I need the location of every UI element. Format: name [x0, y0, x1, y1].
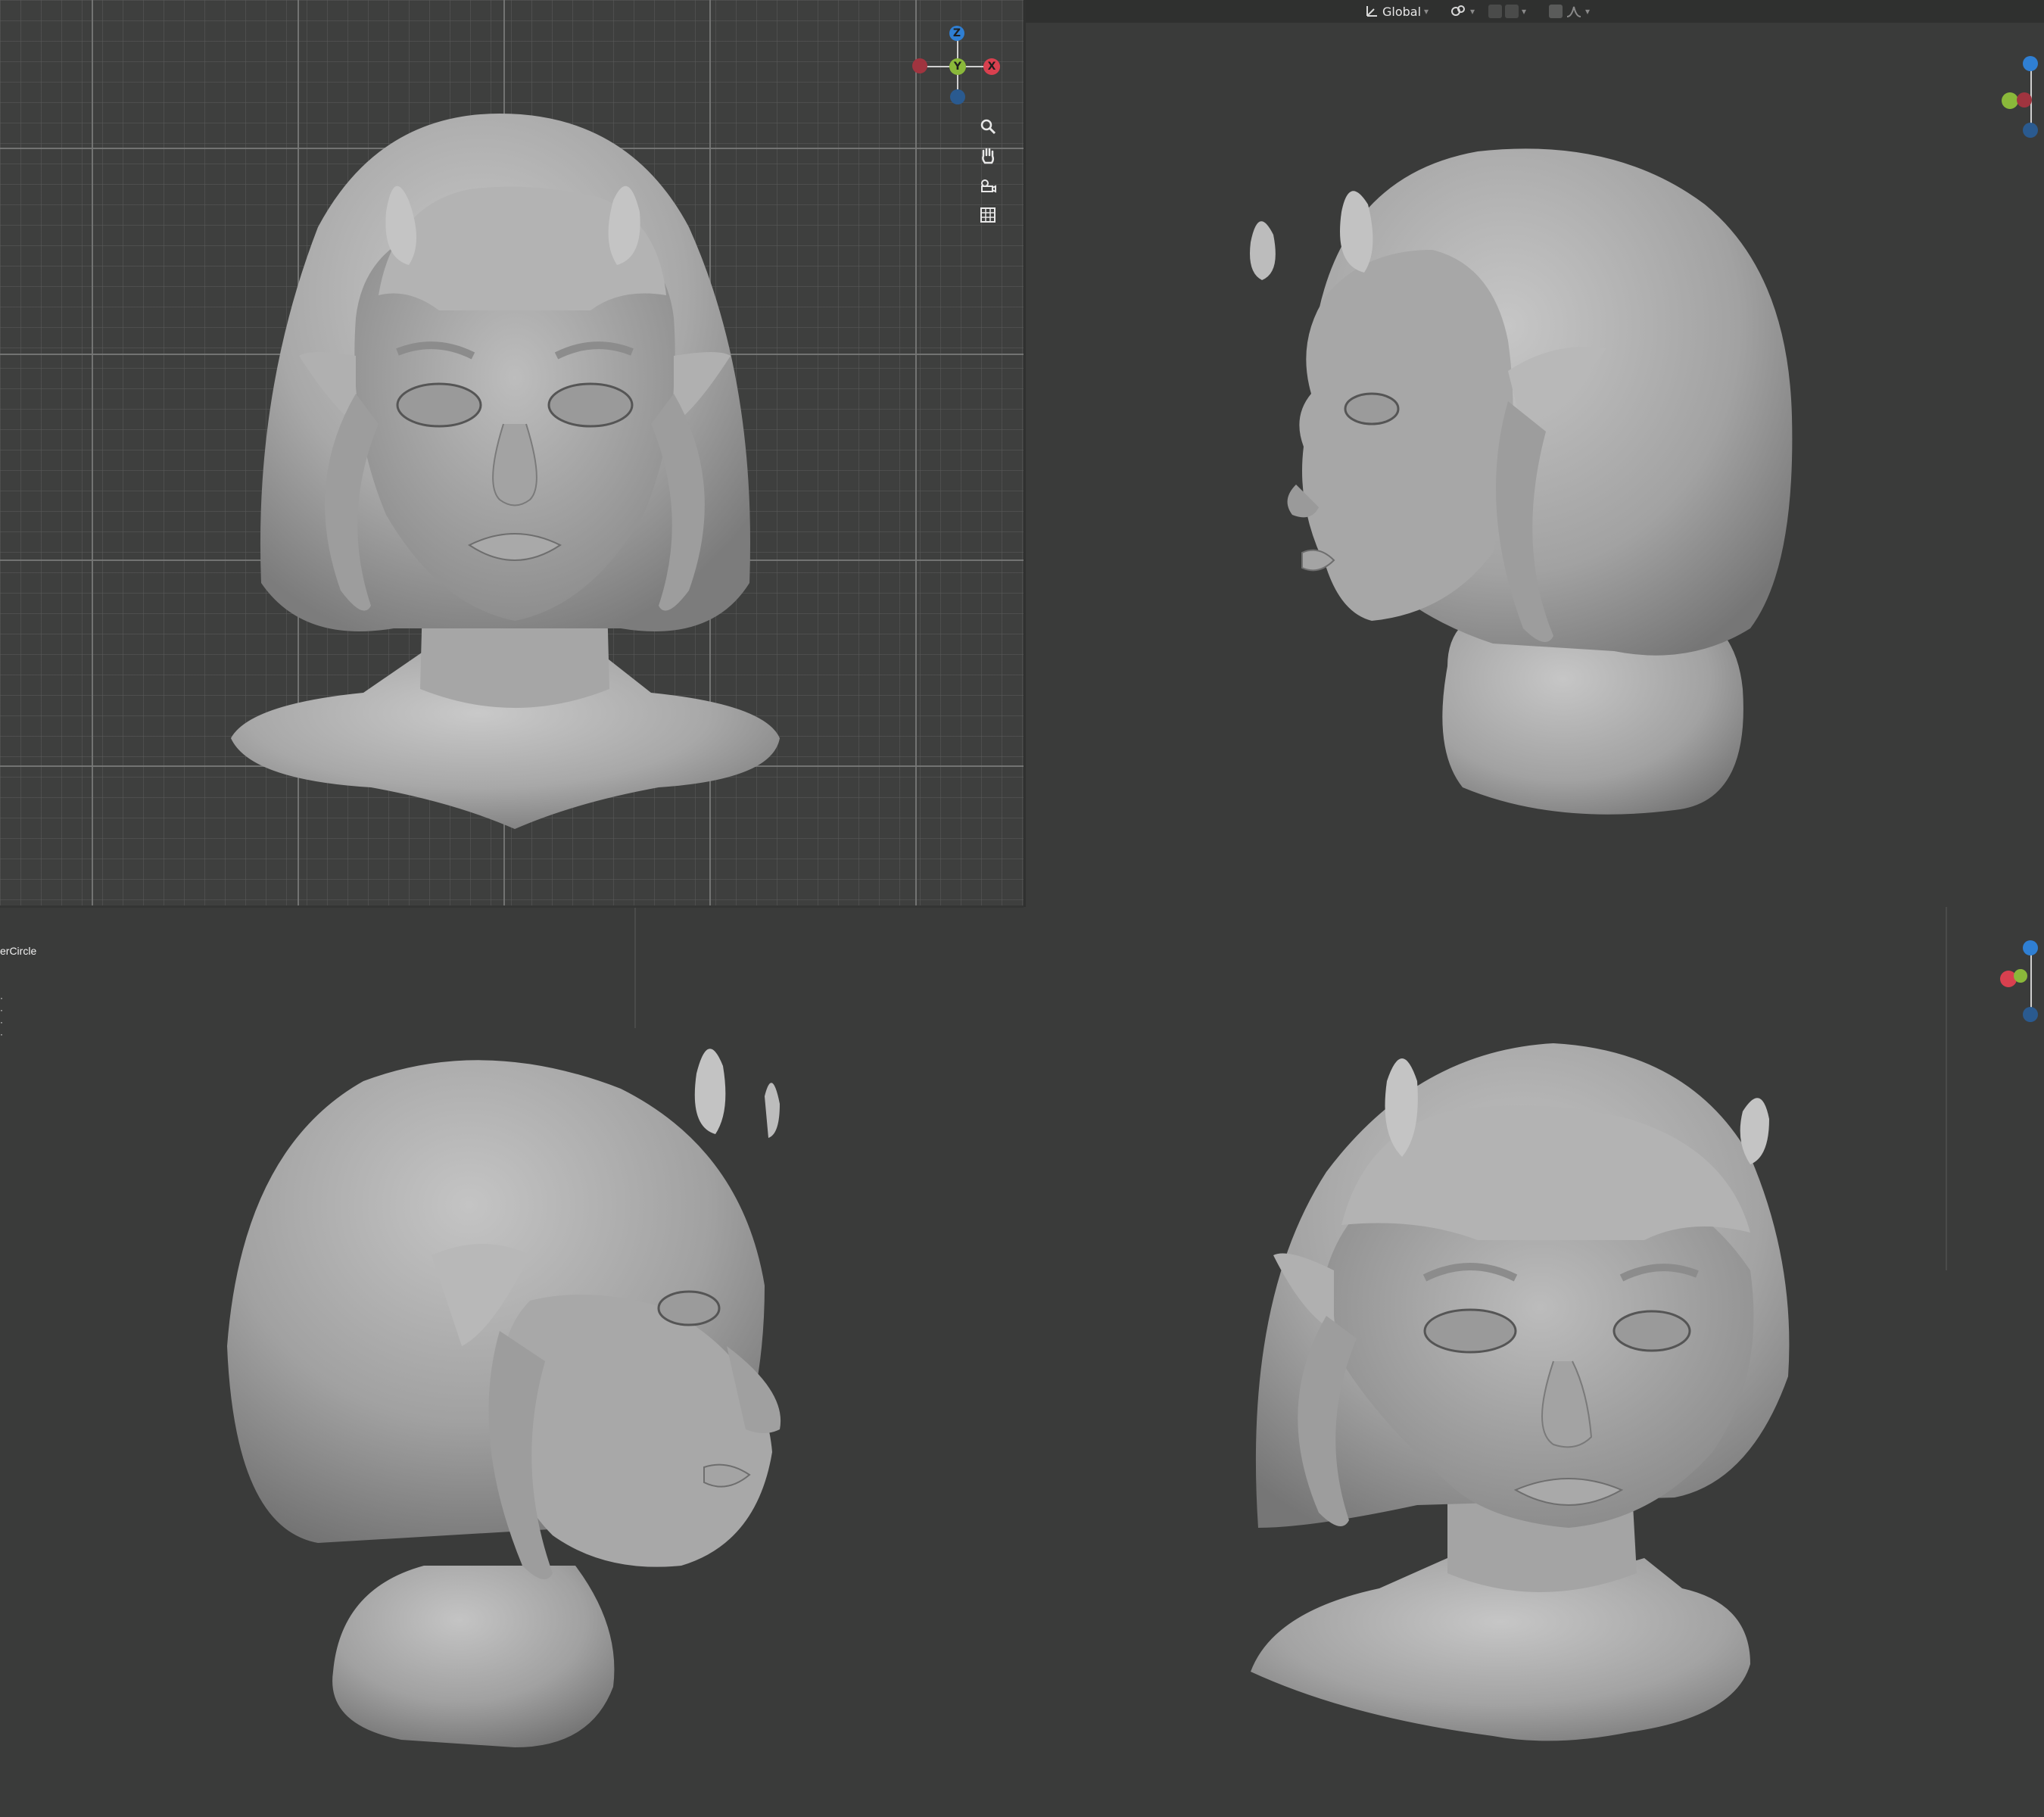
falloff-icon: [1566, 6, 1581, 17]
gizmo-neg-z[interactable]: [2023, 123, 2038, 138]
viewport-header: Global ▾ ▾ ▾ ▾: [1024, 0, 2044, 23]
gizmo-neg-x[interactable]: [912, 58, 927, 73]
gizmo-z[interactable]: [2023, 940, 2038, 955]
axis-gizmo-right[interactable]: [2000, 53, 2044, 138]
viewport-perspective[interactable]: [1024, 907, 2044, 1817]
sculpt-bust-three-quarter-left: [1250, 148, 1793, 815]
proportional-toggle[interactable]: ▾: [1549, 2, 1590, 20]
viewport-side-left[interactable]: [1024, 23, 2044, 907]
gizmo-neg-z[interactable]: [2023, 1007, 2038, 1022]
gizmo-y[interactable]: [2014, 969, 2027, 983]
divider-horizontal[interactable]: [0, 905, 1024, 908]
orientation-icon: [1366, 6, 1377, 17]
viewport-front[interactable]: Z Y X: [0, 0, 1024, 907]
chevron-down-icon: ▾: [1424, 6, 1429, 17]
chevron-down-icon: ▾: [1585, 6, 1591, 17]
pivot-dropdown[interactable]: ▾: [1450, 2, 1475, 20]
grid-toggle-icon[interactable]: [975, 202, 1001, 228]
proportional-icon: [1549, 5, 1563, 18]
divider-vertical[interactable]: [1024, 0, 1026, 907]
transform-orientation-dropdown[interactable]: Global ▾: [1364, 2, 1429, 20]
gizmo-y[interactable]: [2002, 92, 2018, 109]
transform-orientation-label: Global: [1382, 4, 1422, 19]
sculpt-bust-front: [231, 114, 780, 829]
pan-hand-icon[interactable]: [975, 143, 1001, 169]
gizmo-z[interactable]: [2023, 56, 2038, 71]
axis-gizmo-persp[interactable]: [2000, 937, 2044, 1022]
viewport-side-right[interactable]: erCircle · · · ·: [0, 907, 1024, 1817]
axis-gizmo[interactable]: Z Y X: [908, 23, 1007, 106]
chevron-down-icon: ▾: [1522, 6, 1527, 17]
gizmo-y[interactable]: Y: [949, 58, 966, 75]
snap-toggle[interactable]: ▾: [1488, 2, 1526, 20]
sculpt-bust-perspective: [1251, 1043, 1790, 1741]
gizmo-neg-x[interactable]: [2017, 92, 2032, 108]
camera-icon[interactable]: [975, 173, 1001, 198]
zoom-icon[interactable]: [975, 114, 1001, 139]
gizmo-neg-z[interactable]: [950, 89, 965, 104]
chevron-down-icon: ▾: [1470, 6, 1475, 17]
gizmo-x[interactable]: X: [983, 58, 1000, 75]
snap-icon: [1488, 5, 1502, 18]
link-icon: [1451, 5, 1465, 16]
gizmo-z[interactable]: Z: [949, 26, 964, 41]
sculpt-bust-three-quarter-right: [227, 1049, 781, 1747]
magnet-icon: [1505, 5, 1519, 18]
